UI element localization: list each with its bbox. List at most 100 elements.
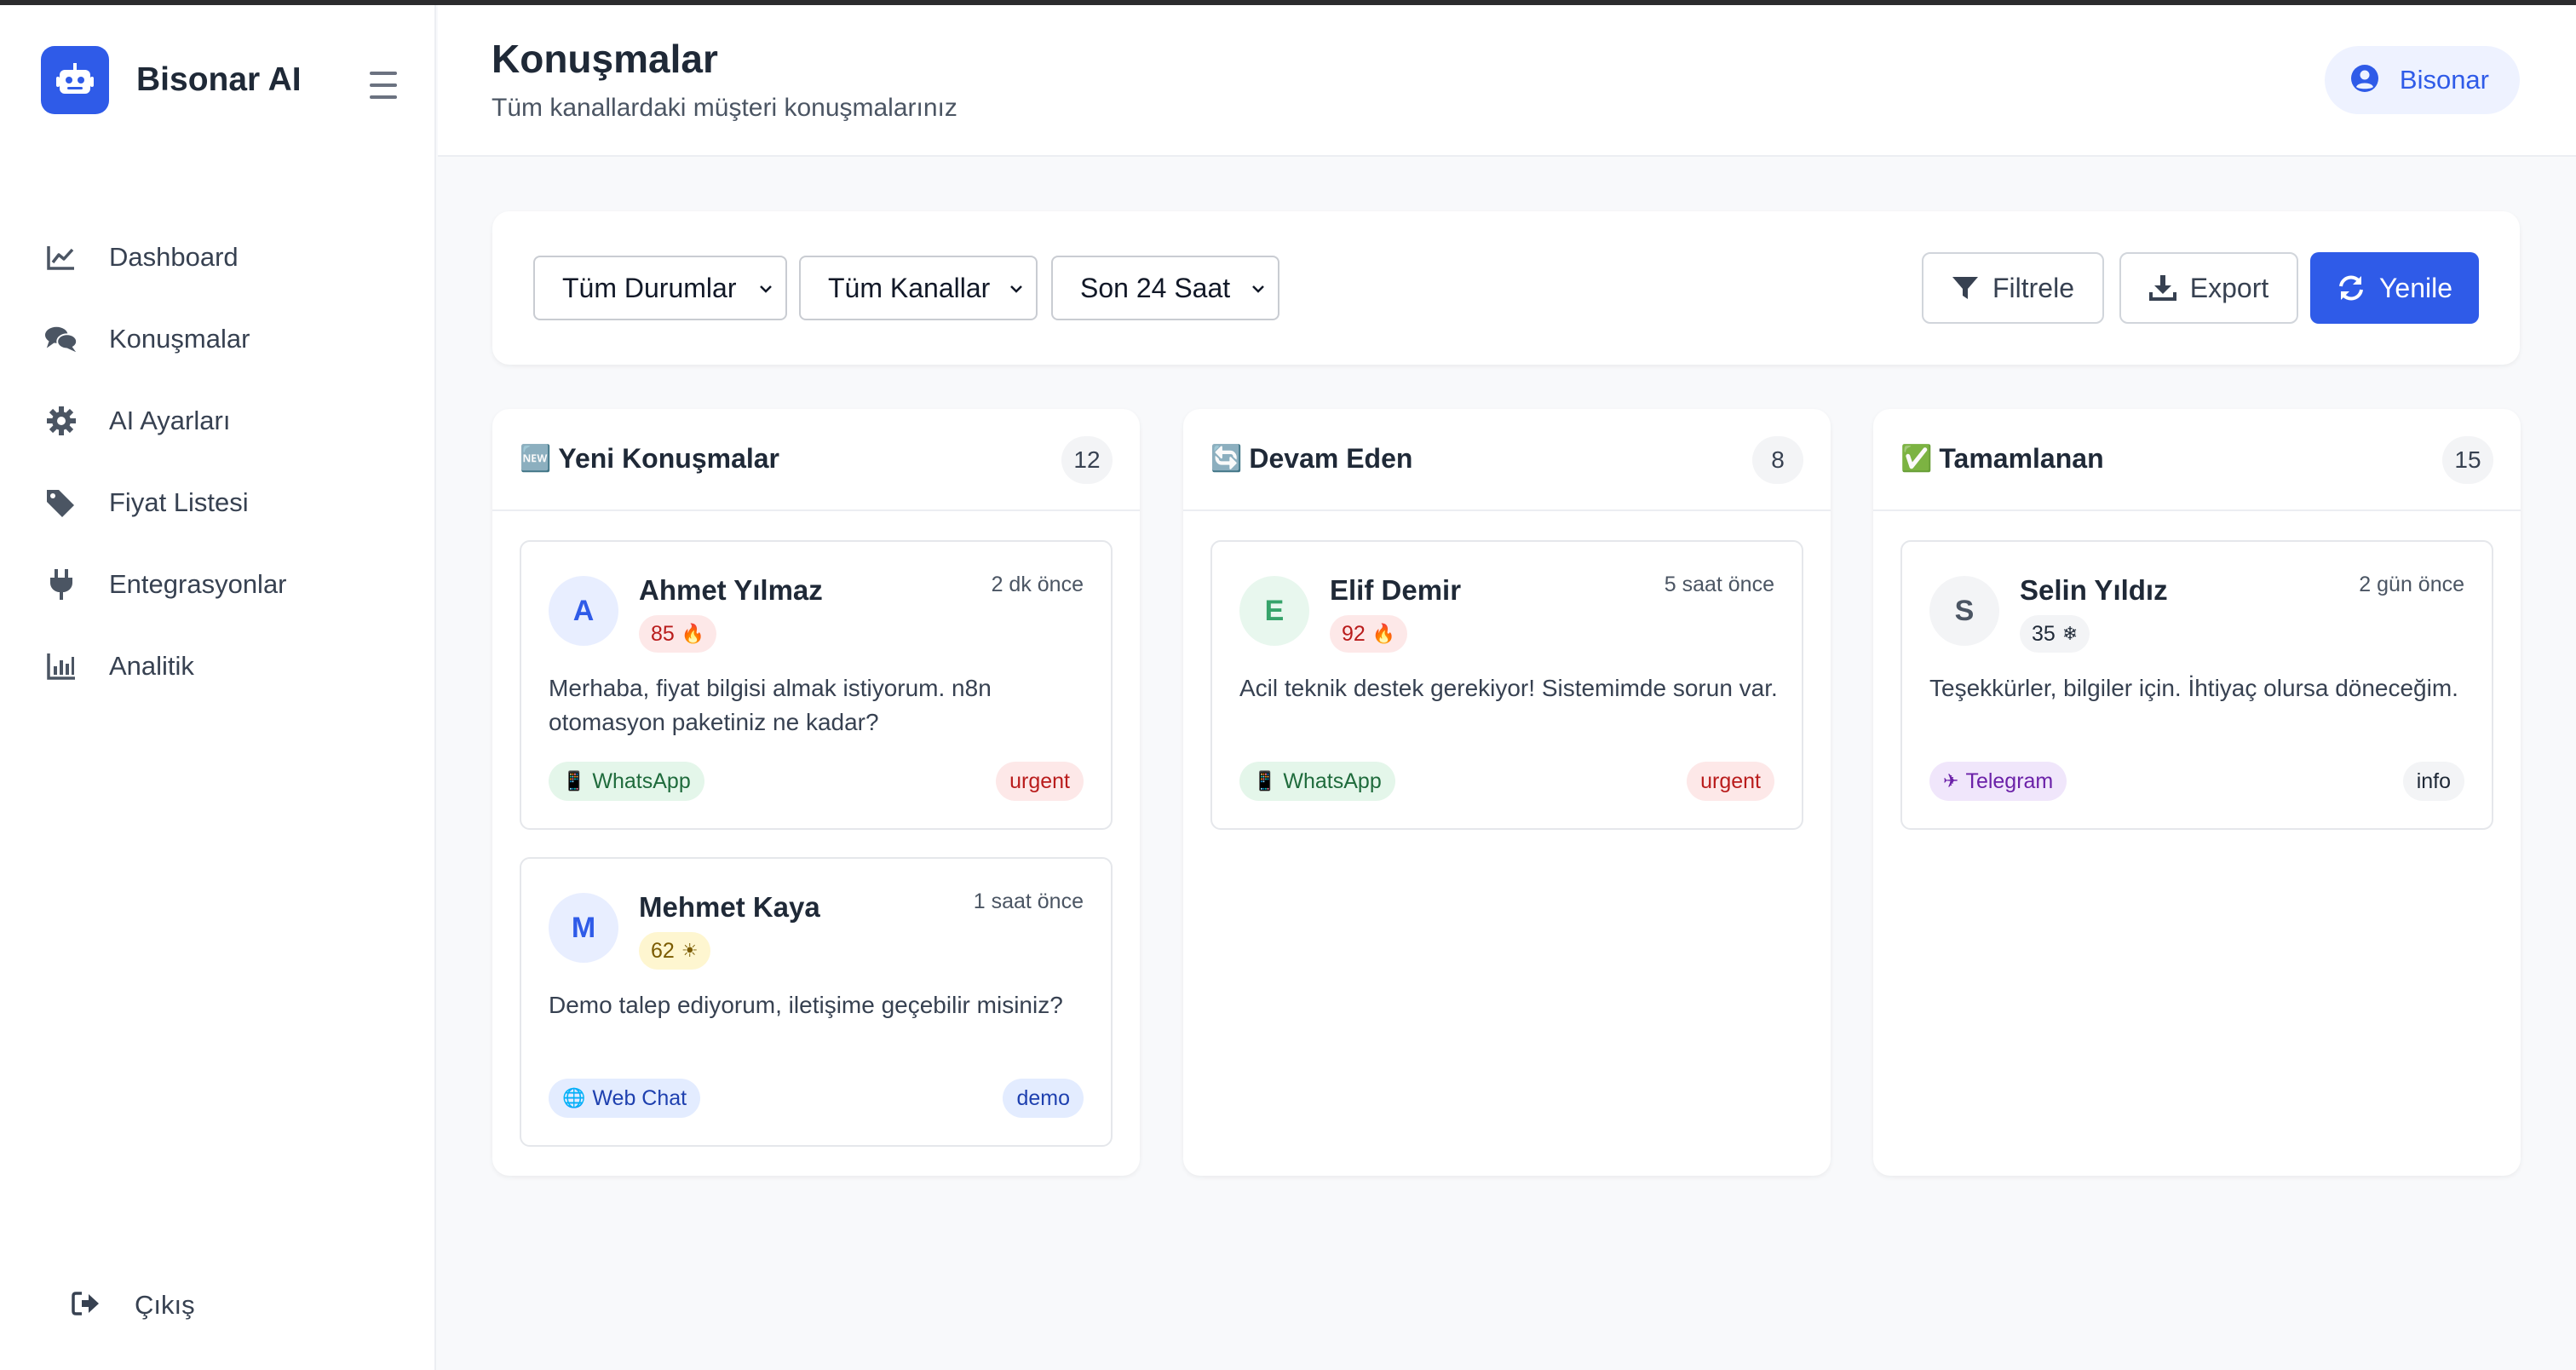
sidebar-item-label: AI Ayarları <box>109 406 231 435</box>
logout-button[interactable]: Çıkış <box>72 1285 195 1326</box>
sign-out-icon <box>72 1291 101 1321</box>
sidebar-item-ai-ayarlari[interactable]: AI Ayarları <box>0 380 436 462</box>
column-count-badge: 15 <box>2442 436 2493 484</box>
bar-chart-icon <box>44 649 78 683</box>
column-header: ✅ Tamamlanan 15 <box>1873 409 2521 511</box>
channel-label: Web Chat <box>592 1085 687 1110</box>
status-select-value: Tüm Durumlar <box>562 272 737 303</box>
channel-select[interactable]: Tüm Kanallar <box>799 256 1038 320</box>
column-title: 🔄 Devam Eden <box>1210 443 1412 475</box>
page-title: Konuşmalar <box>492 37 718 81</box>
chevron-down-icon <box>1010 285 1022 293</box>
sidebar-item-label: Analitik <box>109 651 194 681</box>
sidebar-item-entegrasyonlar[interactable]: Entegrasyonlar <box>0 544 436 625</box>
lead-score-badge: 85 🔥 <box>639 615 717 653</box>
snowflake-icon: ❄ <box>2061 623 2079 645</box>
chart-line-icon <box>44 240 78 274</box>
avatar: E <box>1239 576 1309 646</box>
logout-label: Çıkış <box>135 1290 195 1320</box>
check-mark-icon: ✅ <box>1900 444 1933 474</box>
download-icon <box>2148 275 2176 301</box>
timestamp: 5 saat önce <box>1664 573 1774 596</box>
contact-name: Selin Yıldız <box>2020 574 2168 606</box>
sidebar-item-label: Konuşmalar <box>109 324 250 354</box>
column-title-text: Yeni Konuşmalar <box>558 443 779 474</box>
sidebar-item-dashboard[interactable]: Dashboard <box>0 216 436 298</box>
column-count-badge: 8 <box>1752 436 1803 484</box>
brand[interactable]: Bisonar AI <box>41 46 302 114</box>
status-select[interactable]: Tüm Durumlar <box>533 256 787 320</box>
sidebar-item-konusmalar[interactable]: Konuşmalar <box>0 298 436 380</box>
lead-score-value: 35 <box>2032 621 2056 646</box>
period-select[interactable]: Son 24 Saat <box>1051 256 1279 320</box>
channel-badge: 📱 WhatsApp <box>1239 762 1395 801</box>
lead-score-value: 62 <box>651 938 675 963</box>
column-title: ✅ Tamamlanan <box>1900 443 2104 475</box>
column-new: 🆕 Yeni Konuşmalar 12 A Ahmet Yılmaz 2 dk… <box>492 409 1140 1176</box>
channel-badge: ✈ Telegram <box>1929 762 2067 801</box>
avatar: M <box>549 893 618 963</box>
message-preview: Merhaba, fiyat bilgisi almak istiyorum. … <box>549 675 992 735</box>
plug-icon <box>44 567 78 602</box>
channel-label: WhatsApp <box>1283 768 1382 793</box>
conversation-card[interactable]: E Elif Demir 5 saat önce 92 🔥 Acil tekni… <box>1210 540 1803 830</box>
timestamp: 2 dk önce <box>991 573 1084 596</box>
refresh-icon <box>2339 275 2363 301</box>
sidebar-item-analitik[interactable]: Analitik <box>0 625 436 707</box>
column-completed: ✅ Tamamlanan 15 S Selin Yıldız 2 gün önc… <box>1873 409 2521 1176</box>
priority-tag: demo <box>1003 1079 1084 1118</box>
filter-icon <box>1952 277 1978 299</box>
chevron-down-icon <box>1252 285 1264 293</box>
phone-icon: 📱 <box>1253 770 1277 792</box>
fire-icon: 🔥 <box>1371 623 1396 645</box>
column-count-badge: 12 <box>1061 436 1113 484</box>
period-select-value: Son 24 Saat <box>1080 272 1231 303</box>
fire-icon: 🔥 <box>681 623 705 645</box>
conversation-card[interactable]: M Mehmet Kaya 1 saat önce 62 ☀ Demo tale… <box>520 857 1113 1147</box>
lead-score-value: 92 <box>1342 621 1366 646</box>
comments-icon <box>44 322 78 356</box>
channel-select-value: Tüm Kanallar <box>828 272 991 303</box>
app-name: Bisonar AI <box>136 61 302 98</box>
column-in-progress: 🔄 Devam Eden 8 E Elif Demir 5 saat önce … <box>1183 409 1831 1176</box>
lead-score-badge: 35 ❄ <box>2020 615 2090 653</box>
globe-icon: 🌐 <box>562 1087 586 1109</box>
user-circle-icon <box>2350 64 2379 97</box>
timestamp: 1 saat önce <box>973 889 1084 913</box>
export-button[interactable]: Export <box>2119 252 2298 324</box>
lead-score-badge: 92 🔥 <box>1330 615 1408 653</box>
priority-tag: urgent <box>1687 762 1774 801</box>
sidebar-nav: Dashboard Konuşmalar AI Ayarları Fiyat L… <box>0 216 436 707</box>
contact-name: Mehmet Kaya <box>639 891 820 923</box>
menu-toggle-icon[interactable] <box>366 68 400 102</box>
window-top-border <box>0 0 2576 5</box>
paper-plane-icon: ✈ <box>1943 770 1959 792</box>
sidebar: Bisonar AI Dashboard Konuşmalar AI Ayarl… <box>0 5 436 1370</box>
conversation-card[interactable]: S Selin Yıldız 2 gün önce 35 ❄ Teşekkürl… <box>1900 540 2493 830</box>
message-preview: Acil teknik destek gerekiyor! Sistemimde… <box>1239 675 1778 701</box>
priority-tag: info <box>2402 762 2464 801</box>
phone-icon: 📱 <box>562 770 586 792</box>
new-badge-icon: 🆕 <box>520 444 552 474</box>
page-header: Konuşmalar Tüm kanallardaki müşteri konu… <box>438 5 2576 157</box>
channel-label: Telegram <box>1965 768 2054 793</box>
sidebar-item-label: Entegrasyonlar <box>109 569 287 599</box>
priority-tag: urgent <box>996 762 1084 801</box>
refresh-button[interactable]: Yenile <box>2310 252 2479 324</box>
robot-icon <box>41 46 109 114</box>
column-header: 🆕 Yeni Konuşmalar 12 <box>492 409 1140 511</box>
user-menu-button[interactable]: Bisonar <box>2324 46 2520 114</box>
sidebar-item-fiyat-listesi[interactable]: Fiyat Listesi <box>0 462 436 544</box>
tags-icon <box>44 486 78 520</box>
filter-button-label: Filtrele <box>1992 272 2074 303</box>
refresh-badge-icon: 🔄 <box>1210 444 1243 474</box>
contact-name: Elif Demir <box>1330 574 1462 606</box>
export-button-label: Export <box>2189 272 2269 303</box>
timestamp: 2 gün önce <box>2359 573 2464 596</box>
channel-badge: 🌐 Web Chat <box>549 1079 701 1118</box>
filter-button[interactable]: Filtrele <box>1922 252 2104 324</box>
sun-icon: ☀ <box>681 940 699 962</box>
avatar: A <box>549 576 618 646</box>
conversation-card[interactable]: A Ahmet Yılmaz 2 dk önce 85 🔥 Merhaba, f… <box>520 540 1113 830</box>
column-title: 🆕 Yeni Konuşmalar <box>520 443 779 475</box>
